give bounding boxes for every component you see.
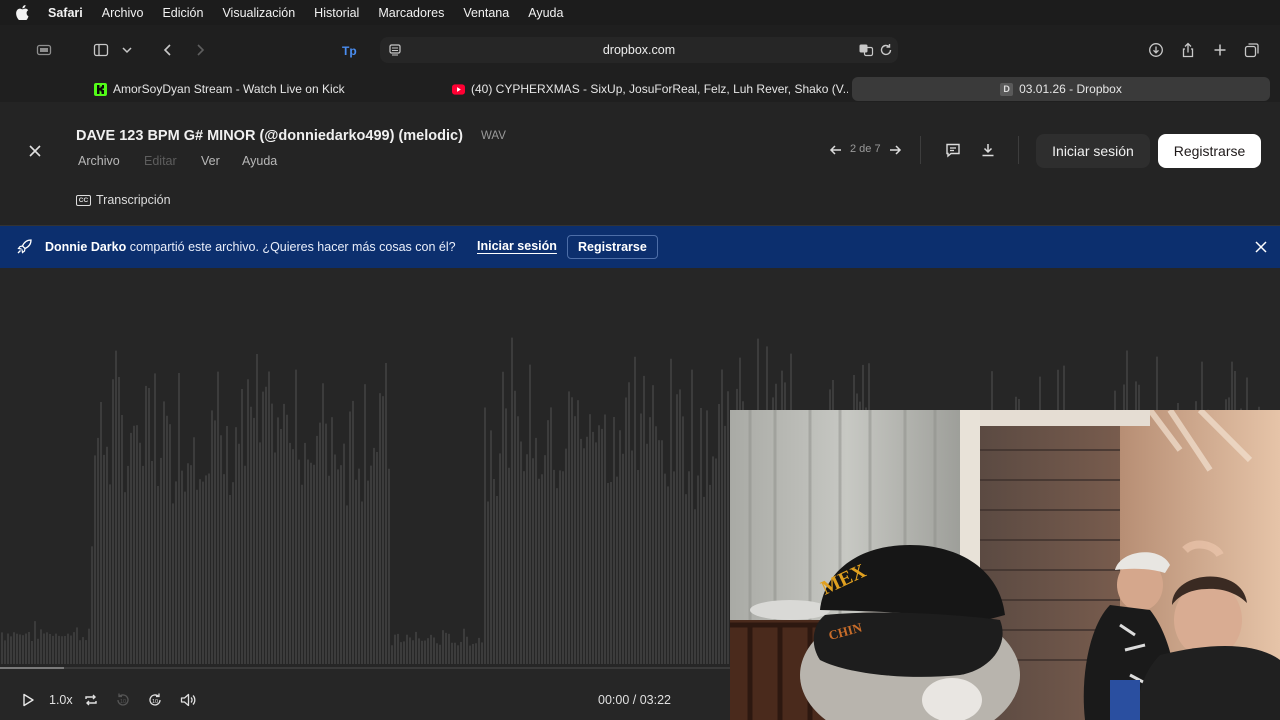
tab-dropbox-active[interactable]: D 03.01.26 - Dropbox bbox=[852, 77, 1270, 101]
address-bar[interactable]: dropbox.com bbox=[380, 37, 898, 63]
menu-visualizacion[interactable]: Visualización bbox=[222, 6, 295, 20]
banner-login-link[interactable]: Iniciar sesión bbox=[477, 239, 557, 253]
transcript-button[interactable]: CC Transcripción bbox=[76, 193, 171, 207]
downloads-icon[interactable] bbox=[1144, 38, 1168, 62]
tab-youtube-cypherxmas[interactable]: (40) CYPHERXMAS - SixUp, JosuForReal, Fe… bbox=[452, 77, 848, 101]
forward-icon[interactable] bbox=[188, 38, 212, 62]
reload-icon[interactable] bbox=[878, 42, 894, 58]
menu-archivo[interactable]: Archivo bbox=[102, 6, 144, 20]
audio-player: 1.0x 10 10 00:00 / 03:22 MEX CHIN bbox=[0, 268, 1280, 720]
youtube-icon bbox=[452, 83, 465, 96]
previous-file-icon[interactable] bbox=[828, 142, 844, 158]
tab-kick-stream[interactable]: AmorSoyDyan Stream - Watch Live on Kick bbox=[94, 77, 424, 101]
playback-speed[interactable]: 1.0x bbox=[49, 691, 73, 709]
tab-label: 03.01.26 - Dropbox bbox=[1019, 82, 1122, 96]
comment-icon[interactable] bbox=[944, 141, 962, 159]
download-icon[interactable] bbox=[979, 141, 997, 159]
volume-icon[interactable] bbox=[179, 691, 197, 709]
register-button[interactable]: Registrarse bbox=[1158, 134, 1261, 168]
divider bbox=[920, 136, 921, 164]
banner-message: Donnie Darko compartió este archivo. ¿Qu… bbox=[45, 240, 456, 254]
next-file-icon[interactable] bbox=[887, 142, 903, 158]
translate-icon[interactable] bbox=[858, 42, 874, 58]
skip-back-10-icon: 10 bbox=[114, 691, 132, 709]
chevron-down-icon[interactable] bbox=[117, 38, 137, 62]
address-text: dropbox.com bbox=[602, 43, 676, 57]
progress-fill bbox=[0, 667, 64, 669]
menu-safari[interactable]: Safari bbox=[48, 6, 83, 20]
menu-edicion[interactable]: Edición bbox=[162, 6, 203, 20]
dropbox-favicon-icon: D bbox=[1000, 82, 1014, 96]
banner-register-button[interactable]: Registrarse bbox=[567, 235, 658, 259]
close-icon[interactable] bbox=[26, 142, 44, 160]
rocket-icon bbox=[16, 238, 33, 255]
banner-user: Donnie Darko bbox=[45, 240, 127, 254]
file-extension: WAV bbox=[481, 130, 506, 142]
tab-overview-icon[interactable] bbox=[1240, 38, 1264, 62]
menu-historial[interactable]: Historial bbox=[314, 6, 359, 20]
file-header: DAVE 123 BPM G# MINOR (@donniedarko499) … bbox=[0, 102, 1280, 226]
divider bbox=[1018, 136, 1019, 164]
play-icon[interactable] bbox=[19, 691, 37, 709]
skip-back-label: 10 bbox=[120, 699, 126, 705]
share-icon[interactable] bbox=[1176, 38, 1200, 62]
extension-tp-icon[interactable]: Tp bbox=[337, 38, 361, 62]
browser-toolbar: Tp dropbox.com bbox=[0, 25, 1280, 76]
macos-menubar: Safari Archivo Edición Visualización His… bbox=[0, 0, 1280, 25]
extension-tp-label: Tp bbox=[342, 44, 357, 58]
new-tab-icon[interactable] bbox=[1208, 38, 1232, 62]
file-menu-archivo[interactable]: Archivo bbox=[78, 154, 120, 168]
file-menu-editar: Editar bbox=[144, 154, 177, 168]
file-counter: 2 de 7 bbox=[850, 143, 881, 155]
menu-marcadores[interactable]: Marcadores bbox=[378, 6, 444, 20]
sidebar-toggle-icon[interactable] bbox=[89, 38, 113, 62]
webcam-feed-image: MEX CHIN bbox=[730, 410, 1280, 720]
apple-logo-icon[interactable] bbox=[16, 5, 30, 21]
shared-file-banner: Donnie Darko compartió este archivo. ¿Qu… bbox=[0, 226, 1280, 268]
menu-ayuda[interactable]: Ayuda bbox=[528, 6, 563, 20]
login-button[interactable]: Iniciar sesión bbox=[1036, 134, 1150, 168]
close-icon[interactable] bbox=[1254, 240, 1268, 254]
playback-time: 00:00 / 03:22 bbox=[598, 693, 671, 707]
kick-favicon-icon bbox=[94, 82, 107, 96]
loop-icon[interactable] bbox=[82, 691, 100, 709]
banner-text: compartió este archivo. ¿Quieres hacer m… bbox=[126, 240, 456, 254]
tab-group-icon[interactable] bbox=[31, 38, 57, 62]
file-title: DAVE 123 BPM G# MINOR (@donniedarko499) … bbox=[76, 128, 463, 144]
menu-ventana[interactable]: Ventana bbox=[463, 6, 509, 20]
skip-forward-10-icon[interactable]: 10 bbox=[146, 691, 164, 709]
back-icon[interactable] bbox=[156, 38, 180, 62]
closed-captions-icon: CC bbox=[76, 194, 91, 206]
player-controls: 1.0x 10 10 00:00 / 03:22 bbox=[0, 682, 730, 720]
tab-bar: AmorSoyDyan Stream - Watch Live on Kick … bbox=[0, 76, 1280, 102]
file-menu-ayuda[interactable]: Ayuda bbox=[242, 154, 277, 168]
reader-icon[interactable] bbox=[387, 42, 403, 58]
file-menu-ver[interactable]: Ver bbox=[201, 154, 220, 168]
tab-label: AmorSoyDyan Stream - Watch Live on Kick bbox=[113, 82, 345, 96]
tab-label: (40) CYPHERXMAS - SixUp, JosuForReal, Fe… bbox=[471, 82, 848, 96]
skip-forward-label: 10 bbox=[152, 699, 158, 705]
transcript-label: Transcripción bbox=[96, 193, 171, 207]
webcam-overlay: MEX CHIN bbox=[730, 410, 1280, 720]
